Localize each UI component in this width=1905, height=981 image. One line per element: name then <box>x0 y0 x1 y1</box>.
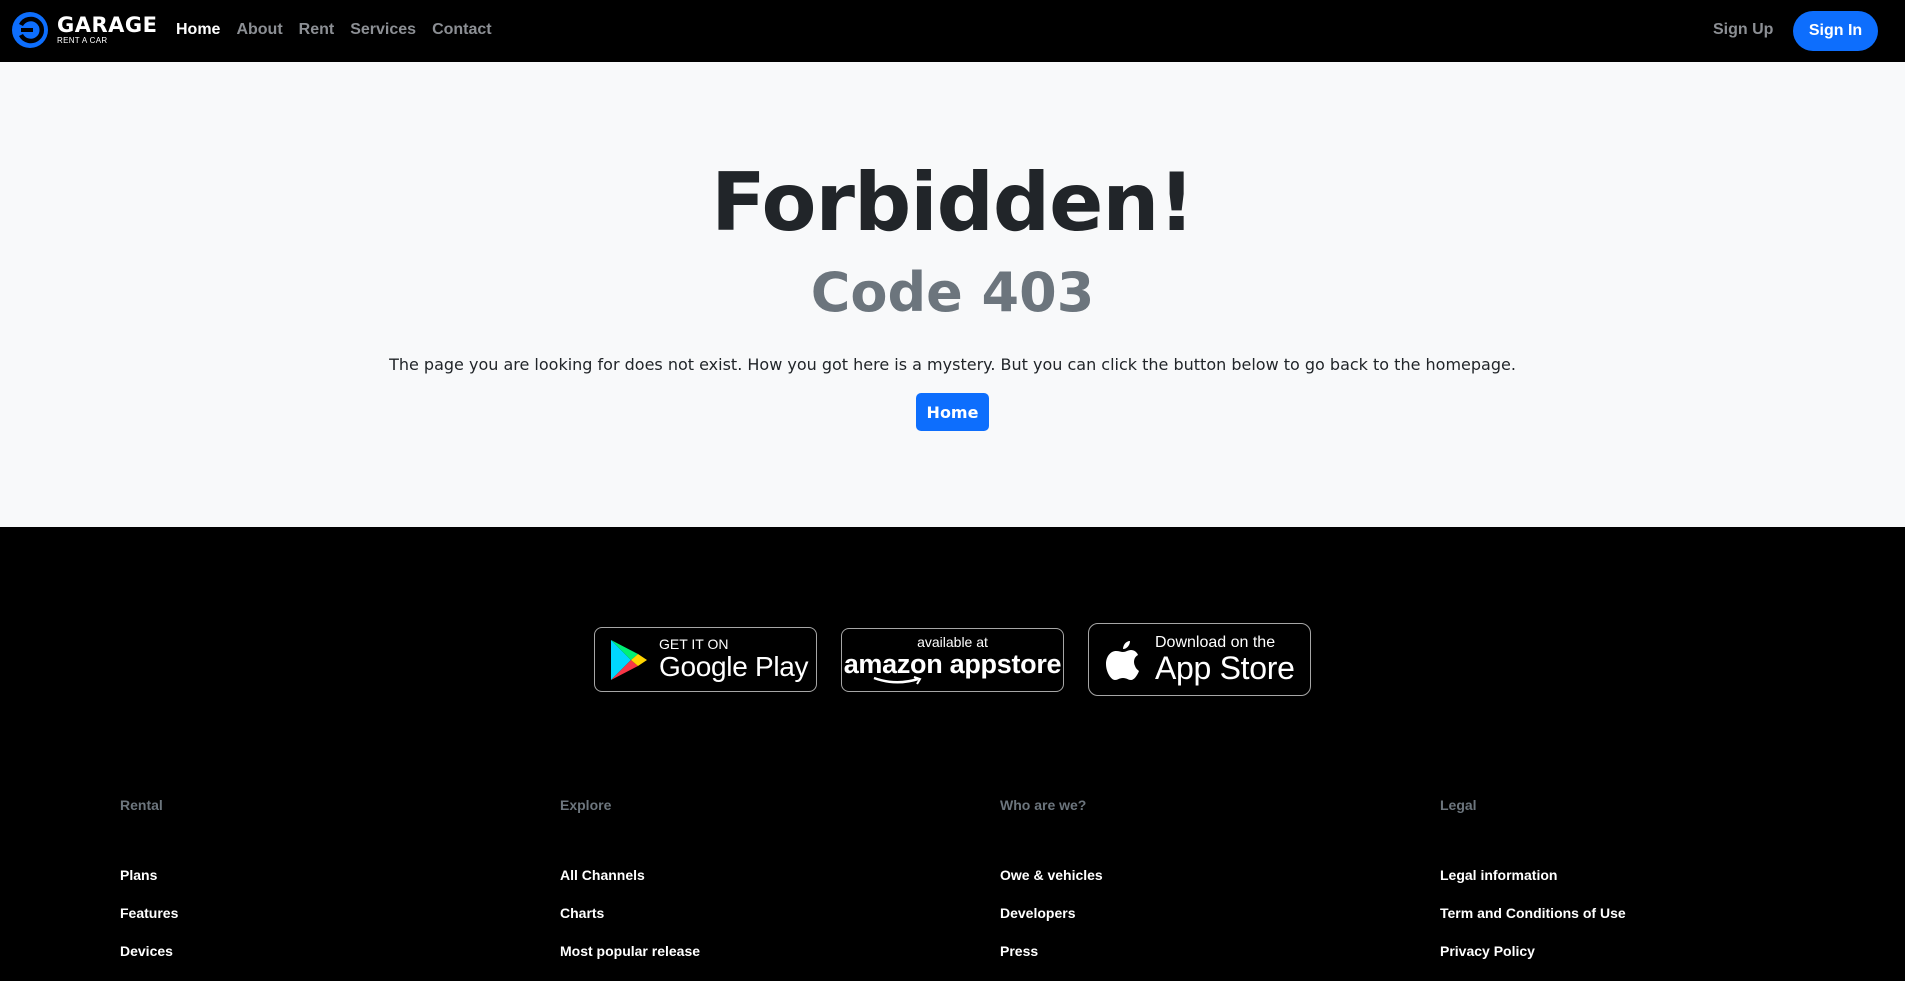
amazon-small-text: available at <box>917 633 988 650</box>
nav-link-home[interactable]: Home <box>176 21 220 39</box>
nav-link-rent[interactable]: Rent <box>299 21 335 39</box>
google-play-icon <box>611 639 647 680</box>
footer-link-owe-vehicles[interactable]: Owe & vehicles <box>1000 867 1103 905</box>
main-nav: Home About Rent Services Contact <box>176 21 492 39</box>
google-play-badge[interactable]: GET IT ON Google Play <box>594 627 817 692</box>
footer-link-most-popular[interactable]: Most popular release <box>560 943 700 981</box>
site-footer: GET IT ON Google Play available at amazo… <box>0 527 1905 963</box>
footer-link-developers[interactable]: Developers <box>1000 905 1103 943</box>
footer-link-terms[interactable]: Term and Conditions of Use <box>1440 905 1626 943</box>
amazon-smile-icon <box>873 675 921 685</box>
footer-column-rental: Rental Plans Features Devices <box>120 797 178 959</box>
footer-link-features[interactable]: Features <box>120 905 178 943</box>
brand-tagline: RENT A CAR <box>57 36 108 45</box>
footer-link-all-channels[interactable]: All Channels <box>560 867 700 905</box>
amazon-big-text: amazon appstore <box>843 648 1062 679</box>
footer-link-devices[interactable]: Devices <box>120 943 178 981</box>
footer-link-legal-information[interactable]: Legal information <box>1440 867 1626 905</box>
brand-name: GARAGE <box>57 13 158 37</box>
google-play-small-text: GET IT ON <box>659 636 729 652</box>
google-play-big-text: Google Play <box>659 651 809 682</box>
home-button[interactable]: Home <box>916 393 989 431</box>
footer-link-plans[interactable]: Plans <box>120 867 178 905</box>
footer-heading: Explore <box>560 797 612 813</box>
brand-logo[interactable]: GARAGE RENT A CAR <box>12 12 158 48</box>
footer-link-list: Legal information Term and Conditions of… <box>1440 867 1626 981</box>
garage-logo-icon <box>12 12 48 48</box>
nav-link-about[interactable]: About <box>236 21 282 39</box>
footer-link-list: All Channels Charts Most popular release <box>560 867 700 981</box>
error-section: Forbidden! Code 403 The page you are loo… <box>0 62 1905 527</box>
app-store-big-text: App Store <box>1155 650 1295 686</box>
footer-heading: Legal <box>1440 797 1477 813</box>
nav-link-contact[interactable]: Contact <box>432 21 492 39</box>
error-code: Code 403 <box>810 261 1095 324</box>
footer-heading: Who are we? <box>1000 797 1087 813</box>
nav-link-services[interactable]: Services <box>350 21 416 39</box>
footer-link-charts[interactable]: Charts <box>560 905 700 943</box>
apple-icon <box>1106 640 1139 680</box>
error-message: The page you are looking for does not ex… <box>389 355 1516 374</box>
error-title: Forbidden! <box>711 156 1195 249</box>
footer-link-list: Owe & vehicles Developers Press <box>1000 867 1103 981</box>
footer-link-privacy-policy[interactable]: Privacy Policy <box>1440 943 1626 981</box>
sign-in-button[interactable]: Sign In <box>1793 11 1878 51</box>
footer-link-press[interactable]: Press <box>1000 943 1103 981</box>
app-store-badge[interactable]: Download on the App Store <box>1088 623 1311 696</box>
footer-heading: Rental <box>120 797 163 813</box>
footer-column-who-are-we: Who are we? Owe & vehicles Developers Pr… <box>1000 797 1103 959</box>
footer-link-list: Plans Features Devices <box>120 867 178 981</box>
amazon-appstore-badge[interactable]: available at amazon appstore <box>841 628 1064 692</box>
sign-up-link[interactable]: Sign Up <box>1713 21 1773 39</box>
footer-column-legal: Legal Legal information Term and Conditi… <box>1440 797 1626 959</box>
footer-column-explore: Explore All Channels Charts Most popular… <box>560 797 700 959</box>
top-navbar: GARAGE RENT A CAR Home About Rent Servic… <box>0 0 1905 62</box>
